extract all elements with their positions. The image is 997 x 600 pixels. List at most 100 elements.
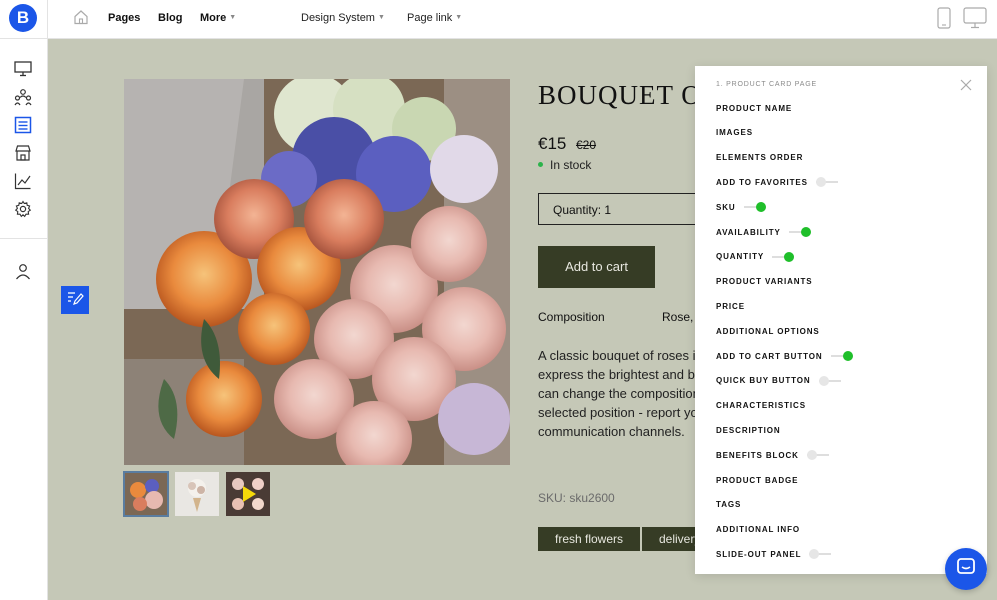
page-link-label: Page link <box>407 12 453 24</box>
store-icon[interactable] <box>12 142 34 164</box>
edit-block-button[interactable] <box>61 286 89 314</box>
product-video-thumbnail[interactable] <box>226 472 270 516</box>
panel-option-row[interactable]: BENEFITS BLOCK <box>716 448 829 462</box>
nav-pages[interactable]: Pages <box>108 12 140 24</box>
stock-status: In stock <box>538 158 591 172</box>
nav-blog[interactable]: Blog <box>158 12 182 24</box>
panel-option-row[interactable]: PRODUCT BADGE <box>716 473 798 487</box>
panel-option-label: ADDITIONAL INFO <box>716 525 801 535</box>
toggle-knob <box>815 177 826 188</box>
home-icon[interactable] <box>73 9 89 30</box>
panel-option-label: SLIDE-OUT PANEL <box>716 549 802 559</box>
toggle-knob <box>800 227 811 237</box>
toggle-knob <box>755 202 766 213</box>
panel-option-label: DESCRIPTION <box>716 425 781 435</box>
chevron-down-icon: ▼ <box>377 14 385 21</box>
panel-option-row[interactable]: ADD TO CART BUTTON <box>716 349 853 363</box>
composition-label: Composition <box>538 310 605 324</box>
chevron-down-icon: ▼ <box>455 14 463 21</box>
nav-more-label: More <box>200 12 227 24</box>
option-toggle[interactable] <box>830 351 853 361</box>
panel-option-row[interactable]: DESCRIPTION <box>716 423 781 437</box>
tag-fresh-flowers[interactable]: fresh flowers <box>538 527 641 551</box>
nav-more[interactable]: More ▼ <box>200 12 236 24</box>
option-toggle[interactable] <box>809 549 832 560</box>
panel-option-row[interactable]: ADD TO FAVORITES <box>716 175 838 189</box>
product-sku: SKU: sku2600 <box>538 491 615 505</box>
panel-option-label: PRODUCT NAME <box>716 103 793 113</box>
chevron-down-icon: ▼ <box>229 14 237 21</box>
stock-dot-icon <box>538 162 543 167</box>
panel-option-label: PRODUCT BADGE <box>716 475 799 485</box>
mobile-view-icon[interactable] <box>937 7 951 34</box>
panel-option-label: QUANTITY <box>716 252 765 262</box>
panel-option-row[interactable]: PRODUCT VARIANTS <box>716 275 812 289</box>
panel-option-row[interactable]: QUICK BUY BUTTON <box>716 374 841 388</box>
stock-label: In stock <box>550 158 592 172</box>
panel-option-row[interactable]: QUANTITY <box>716 250 795 264</box>
product-card-settings-panel: 1. PRODUCT CARD PAGE PRODUCT NAME IMAGES E… <box>695 66 987 574</box>
product-thumbnail[interactable] <box>123 471 169 517</box>
quantity-field[interactable]: Quantity: 1 <box>538 193 718 225</box>
panel-option-row[interactable]: ADDITIONAL INFO <box>716 523 800 537</box>
pages-icon[interactable] <box>12 114 34 136</box>
left-sidebar: B <box>0 0 48 600</box>
description-line: communication channels. <box>538 424 685 439</box>
toggle-knob <box>842 351 853 361</box>
chat-button[interactable] <box>945 548 987 590</box>
panel-option-label: IMAGES <box>716 128 753 138</box>
description-line: express the brightest and be <box>538 367 703 382</box>
toggle-knob <box>809 549 820 560</box>
design-system-dropdown[interactable]: Design System ▼ <box>301 12 385 24</box>
option-toggle[interactable] <box>806 450 829 461</box>
panel-option-row[interactable]: AVAILABILITY <box>716 225 811 239</box>
panel-option-label: ELEMENTS ORDER <box>716 153 804 163</box>
chat-icon <box>956 557 976 582</box>
description-line: A classic bouquet of roses is <box>538 348 703 363</box>
panel-option-row[interactable]: PRODUCT NAME <box>716 101 792 115</box>
panel-option-label: ADD TO FAVORITES <box>716 177 808 187</box>
close-icon[interactable] <box>959 78 973 92</box>
panel-option-row[interactable]: CHARACTERISTICS <box>716 399 806 413</box>
product-price: €15 <box>538 134 567 153</box>
panel-option-row[interactable]: ADDITIONAL OPTIONS <box>716 324 820 338</box>
desktop-icon[interactable] <box>12 58 34 80</box>
panel-option-row[interactable]: SKU <box>716 200 766 214</box>
option-toggle[interactable] <box>815 177 838 188</box>
option-toggle[interactable] <box>788 227 811 237</box>
panel-option-row[interactable]: IMAGES <box>716 126 753 140</box>
app-logo[interactable]: B <box>9 4 37 32</box>
design-system-label: Design System <box>301 12 375 24</box>
quantity-value: 1 <box>604 203 612 217</box>
product-thumbnail[interactable] <box>175 472 219 516</box>
panel-heading: 1. PRODUCT CARD PAGE <box>716 81 817 88</box>
add-to-cart-button[interactable]: Add to cart <box>538 246 655 288</box>
option-toggle[interactable] <box>743 202 766 213</box>
page-link-dropdown[interactable]: Page link ▼ <box>407 12 462 24</box>
panel-option-row[interactable]: PRICE <box>716 299 745 313</box>
settings-gear-icon[interactable] <box>12 198 34 220</box>
option-toggle[interactable] <box>818 375 841 386</box>
analytics-icon[interactable] <box>12 170 34 192</box>
panel-option-label: ADD TO CART BUTTON <box>716 351 823 361</box>
panel-option-row[interactable]: SLIDE-OUT PANEL <box>716 547 832 561</box>
panel-option-label: QUICK BUY BUTTON <box>716 376 811 386</box>
top-bar: Pages Blog More ▼ Design System ▼ Page lin… <box>48 0 997 39</box>
desktop-view-icon[interactable] <box>963 7 987 34</box>
product-main-image[interactable] <box>124 79 510 465</box>
panel-option-row[interactable]: ELEMENTS ORDER <box>716 151 803 165</box>
quantity-label: Quantity: <box>553 203 602 217</box>
users-icon[interactable] <box>12 86 34 108</box>
toggle-knob <box>818 375 829 386</box>
account-icon[interactable] <box>12 260 34 282</box>
sidebar-divider <box>0 38 48 39</box>
panel-option-label: PRICE <box>716 301 745 311</box>
panel-option-label: BENEFITS BLOCK <box>716 450 799 460</box>
panel-option-label: ADDITIONAL OPTIONS <box>716 326 820 336</box>
product-old-price: €20 <box>576 138 597 152</box>
panel-option-row[interactable]: TAGS <box>716 498 741 512</box>
panel-option-label: AVAILABILITY <box>716 227 781 237</box>
product-description: A classic bouquet of roses is express th… <box>538 346 705 441</box>
description-line: can change the composition <box>538 386 700 401</box>
option-toggle[interactable] <box>772 251 795 262</box>
